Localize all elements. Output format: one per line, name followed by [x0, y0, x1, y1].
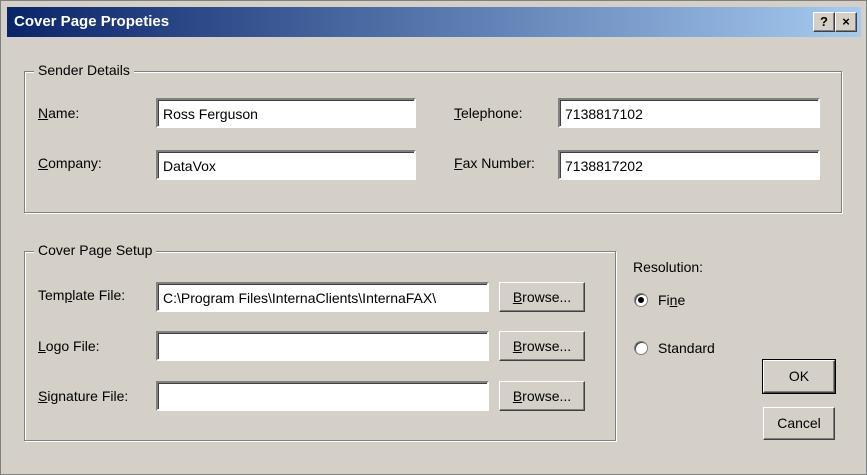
standard-radio[interactable] — [634, 341, 648, 355]
name-field[interactable]: Ross Ferguson — [156, 98, 416, 128]
template-browse-button[interactable]: Browse... — [499, 282, 585, 312]
fax-number-label: Fax Number: — [454, 155, 535, 171]
cancel-button[interactable]: Cancel — [763, 407, 835, 440]
company-label: Company: — [38, 155, 102, 171]
logo-file-field[interactable] — [156, 331, 489, 361]
standard-radio-label[interactable]: Standard — [658, 340, 715, 356]
telephone-label: Telephone: — [454, 105, 523, 121]
template-file-field[interactable]: C:\Program Files\InternaClients\InternaF… — [156, 282, 489, 312]
signature-file-field[interactable] — [156, 381, 489, 411]
logo-browse-button[interactable]: Browse... — [499, 331, 585, 361]
title-bar: Cover Page Propeties ? × — [7, 7, 861, 37]
dialog-title: Cover Page Propeties — [14, 13, 170, 30]
fine-radio-label[interactable]: Fine — [658, 292, 685, 308]
cover-page-setup-label: Cover Page Setup — [34, 242, 157, 258]
resolution-label: Resolution: — [633, 259, 704, 275]
fine-radio[interactable] — [634, 293, 648, 307]
sender-details-group — [24, 71, 842, 213]
company-field[interactable]: DataVox — [156, 150, 416, 180]
name-label: Name: — [38, 105, 80, 121]
template-file-label: Template File: — [38, 287, 126, 303]
close-button[interactable]: × — [835, 12, 857, 32]
telephone-field[interactable]: 7138817102 — [558, 98, 820, 128]
cover-page-properties-dialog: Cover Page Propeties ? × Sender Details … — [0, 0, 867, 475]
sender-details-label: Sender Details — [34, 62, 134, 78]
help-button[interactable]: ? — [813, 12, 835, 32]
ok-button[interactable]: OK — [762, 359, 836, 394]
signature-browse-button[interactable]: Browse... — [499, 381, 585, 411]
logo-file-label: Logo File: — [38, 338, 100, 354]
signature-file-label: Signature File: — [38, 388, 129, 404]
fax-number-field[interactable]: 7138817202 — [558, 150, 820, 180]
